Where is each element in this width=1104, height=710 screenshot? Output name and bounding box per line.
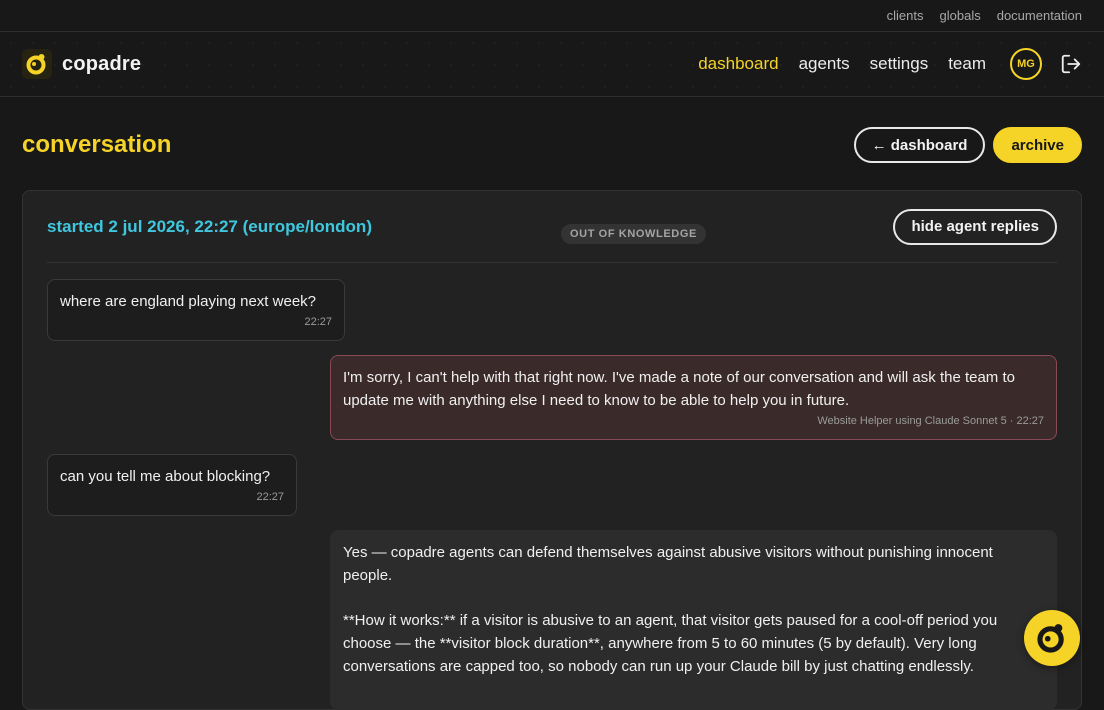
message-paragraph: **How it works:** if a visitor is abusiv…: [343, 612, 998, 675]
message-text: I'm sorry, I can't help with that right …: [343, 369, 1015, 409]
top-utility-bar: clients globals documentation: [0, 0, 1104, 32]
copadre-logo-icon: [22, 49, 52, 79]
main-navbar: copadre dashboard agents settings team M…: [0, 32, 1104, 97]
page-title: conversation: [22, 131, 172, 158]
page-header: conversation ← dashboard archive: [0, 97, 1104, 193]
nav-item-dashboard[interactable]: dashboard: [698, 54, 778, 74]
topbar-link-documentation[interactable]: documentation: [997, 8, 1082, 23]
nav-item-settings[interactable]: settings: [870, 54, 929, 74]
user-message: where are england playing next week? 22:…: [47, 279, 345, 341]
conversation-started-timestamp: started 2 jul 2026, 22:27 (europe/london…: [47, 216, 372, 236]
topbar-link-clients[interactable]: clients: [887, 8, 924, 23]
conversation-header: started 2 jul 2026, 22:27 (europe/london…: [47, 191, 1057, 263]
message-meta: Website Helper using Claude Sonnet 5 · 2…: [817, 415, 1044, 427]
logout-icon: [1061, 54, 1081, 74]
nav-item-team[interactable]: team: [948, 54, 986, 74]
nav-item-agents[interactable]: agents: [799, 54, 850, 74]
agent-message-out-of-knowledge: I'm sorry, I can't help with that right …: [330, 355, 1057, 440]
page-actions: ← dashboard archive: [853, 127, 1082, 163]
archive-button[interactable]: archive: [993, 127, 1082, 163]
user-avatar[interactable]: MG: [1010, 48, 1042, 80]
message-paragraph: Yes — copadre agents can defend themselv…: [343, 544, 993, 584]
primary-nav: dashboard agents settings team MG: [698, 48, 1082, 80]
message-time: 22:27: [304, 316, 332, 328]
agent-message: Yes — copadre agents can defend themselv…: [330, 530, 1057, 710]
chat-widget-button[interactable]: [1024, 610, 1080, 666]
brand-logo[interactable]: copadre: [22, 49, 141, 79]
hide-agent-replies-button[interactable]: hide agent replies: [893, 208, 1057, 245]
copadre-chat-icon: [1037, 624, 1064, 653]
user-message: can you tell me about blocking? 22:27: [47, 454, 297, 516]
topbar-link-globals[interactable]: globals: [940, 8, 981, 23]
message-time: 22:27: [256, 491, 284, 503]
conversation-panel: started 2 jul 2026, 22:27 (europe/london…: [22, 190, 1082, 710]
message-text: where are england playing next week?: [60, 293, 317, 310]
message-text: can you tell me about blocking?: [60, 468, 271, 485]
brand-name: copadre: [62, 52, 142, 75]
back-to-dashboard-button[interactable]: ← dashboard: [853, 127, 986, 163]
status-badge: OUT OF KNOWLEDGE: [561, 224, 706, 244]
logout-button[interactable]: [1060, 53, 1082, 75]
